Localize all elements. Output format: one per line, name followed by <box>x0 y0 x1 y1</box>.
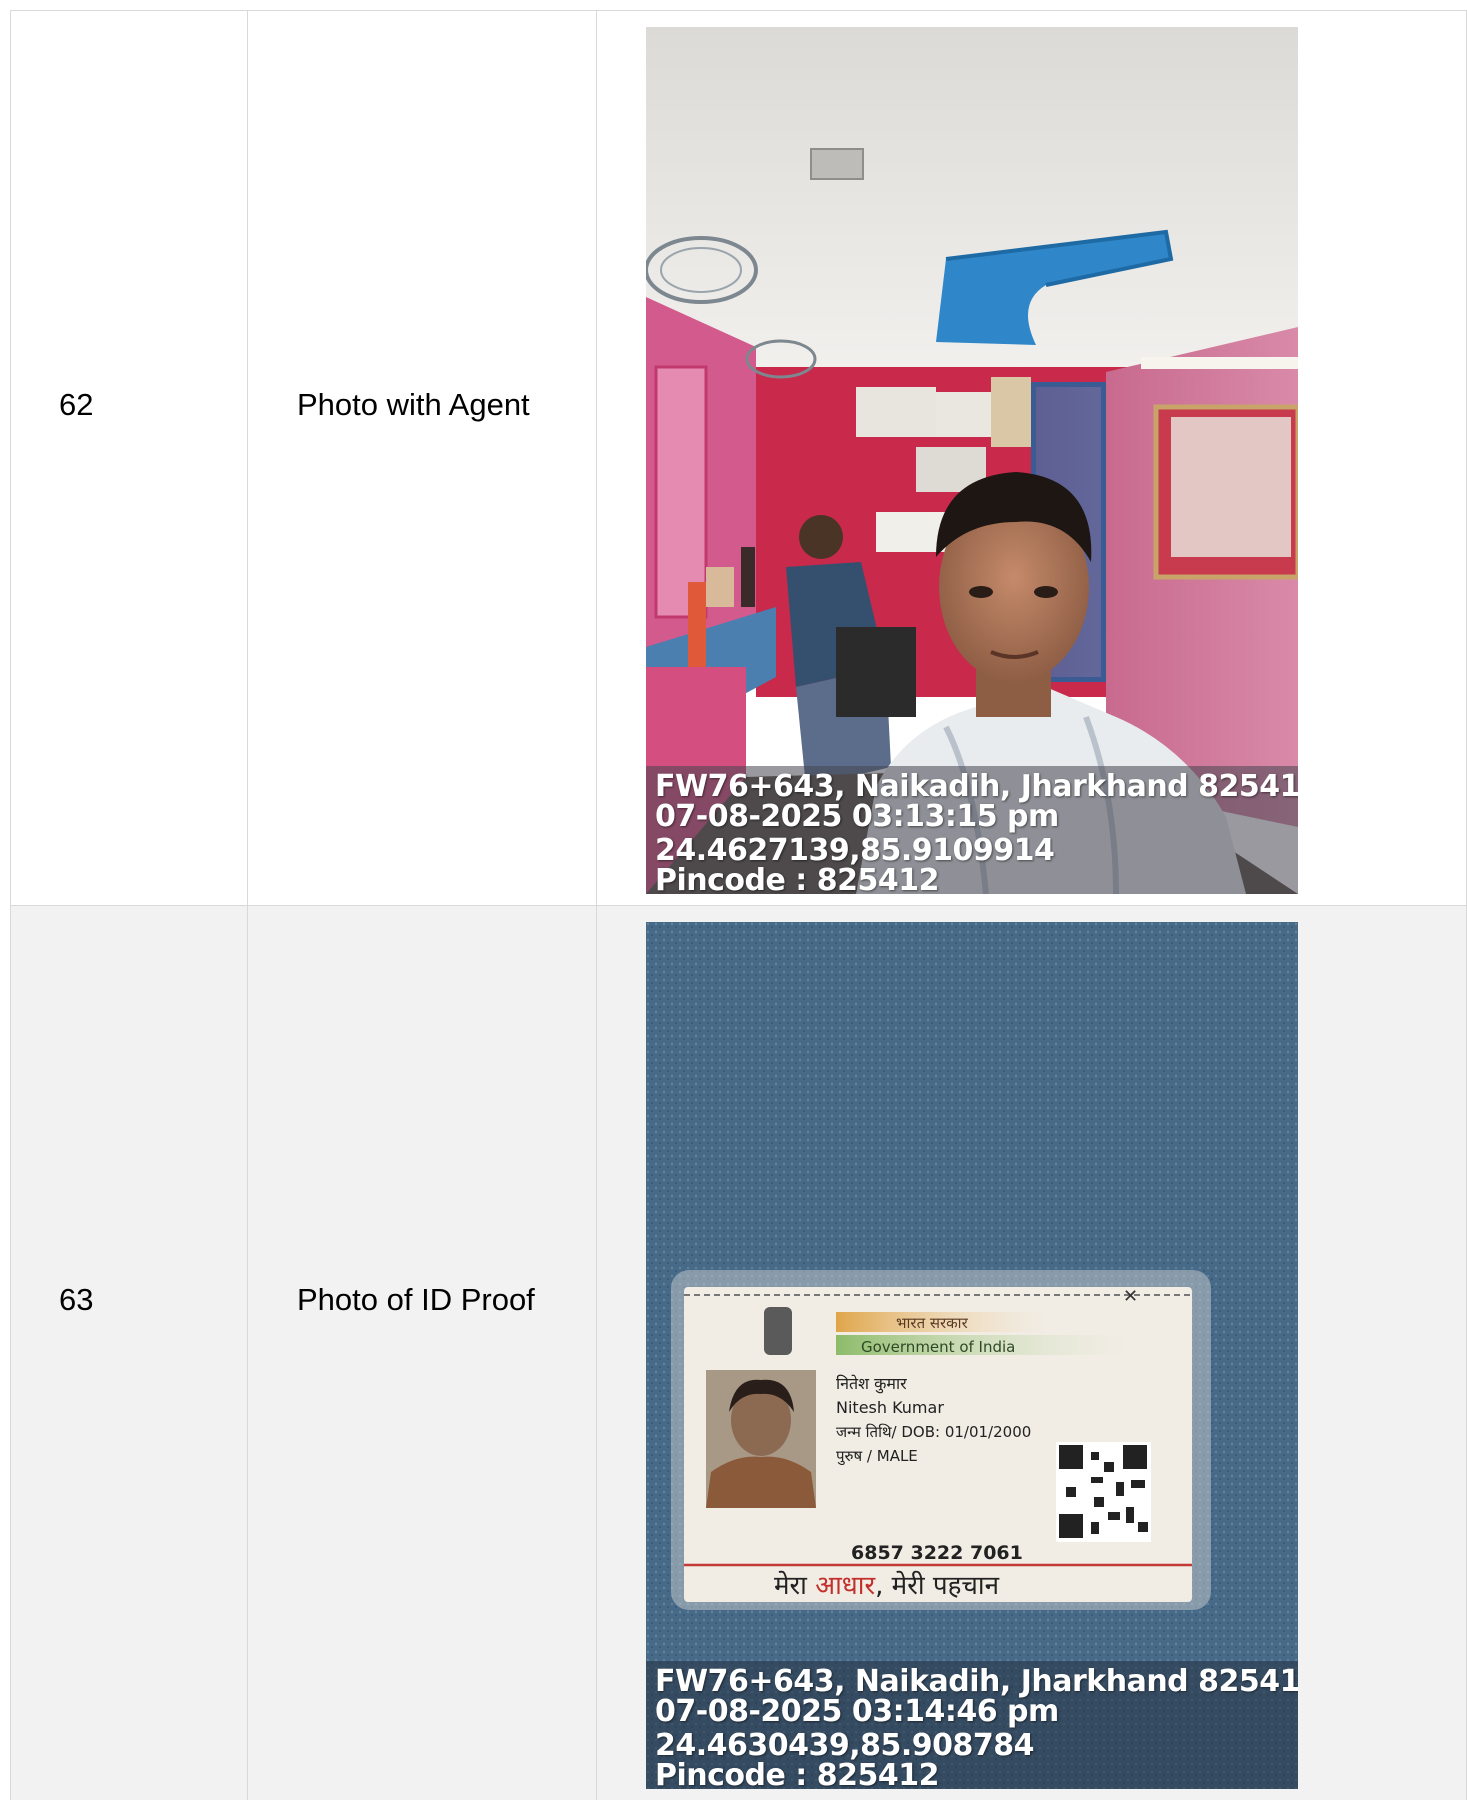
qr-code-icon <box>1056 1442 1151 1542</box>
row-label: Photo of ID Proof <box>297 1282 535 1317</box>
card-tagline: मेरा आधार, मेरी पहचान <box>774 1570 1000 1601</box>
card-header-english: Government of India <box>861 1338 1015 1356</box>
row-number-cell: 62 <box>10 11 247 905</box>
card-name-hindi: नितेश कुमार <box>836 1374 907 1394</box>
geotag-overlay: FW76+643, Naikadih, Jharkhand 825412, 07… <box>646 766 1298 894</box>
barber-shop-scene <box>646 27 1298 894</box>
card-aadhaar-number: 6857 3222 7061 <box>851 1542 1023 1564</box>
geotag-coordinates: 24.4630439,85.908784 <box>655 1728 1035 1763</box>
row-label: Photo with Agent <box>297 387 530 422</box>
geotag-pincode: Pincode : 825412 <box>655 1758 939 1790</box>
row-label-cell: Photo of ID Proof <box>247 906 596 1800</box>
row-photo-cell: भारत सरकार Government of India नितेश कुम… <box>596 906 1467 1800</box>
geotag-address: FW76+643, Naikadih, Jharkhand 825412, <box>655 1664 1298 1699</box>
geotag-pincode: Pincode : 825412 <box>655 863 939 895</box>
evidence-table: 62 Photo with Agent FW76+643, Naikadih, … <box>10 10 1467 1800</box>
geotag-overlay: FW76+643, Naikadih, Jharkhand 825412, 07… <box>646 1661 1298 1789</box>
row-number: 62 <box>59 387 94 422</box>
card-header-hindi: भारत सरकार <box>896 1314 969 1332</box>
row-number: 63 <box>59 1282 94 1317</box>
id-card-scene: भारत सरकार Government of India नितेश कुम… <box>646 922 1298 1789</box>
row-number-cell: 63 <box>10 906 247 1800</box>
table-row: 63 Photo of ID Proof भारत सरकार Governme… <box>10 905 1467 1800</box>
geotag-datetime: 07-08-2025 03:14:46 pm <box>655 1694 1059 1729</box>
card-name-english: Nitesh Kumar <box>836 1398 944 1417</box>
geotag-coordinates: 24.4627139,85.9109914 <box>655 833 1055 868</box>
row-photo-cell: FW76+643, Naikadih, Jharkhand 825412, 07… <box>596 11 1467 905</box>
table-row: 62 Photo with Agent FW76+643, Naikadih, … <box>10 10 1467 905</box>
card-gender: पुरुष / MALE <box>836 1447 918 1466</box>
geotag-datetime: 07-08-2025 03:13:15 pm <box>655 799 1059 834</box>
row-label-cell: Photo with Agent <box>247 11 596 905</box>
card-dob: जन्म तिथि/ DOB: 01/01/2000 <box>836 1423 1031 1441</box>
geotag-address: FW76+643, Naikadih, Jharkhand 825412, <box>655 769 1298 804</box>
agent-selfie-photo[interactable]: FW76+643, Naikadih, Jharkhand 825412, 07… <box>646 27 1298 894</box>
close-icon: ✕ <box>1123 1286 1138 1307</box>
id-proof-photo[interactable]: भारत सरकार Government of India नितेश कुम… <box>646 922 1298 1789</box>
